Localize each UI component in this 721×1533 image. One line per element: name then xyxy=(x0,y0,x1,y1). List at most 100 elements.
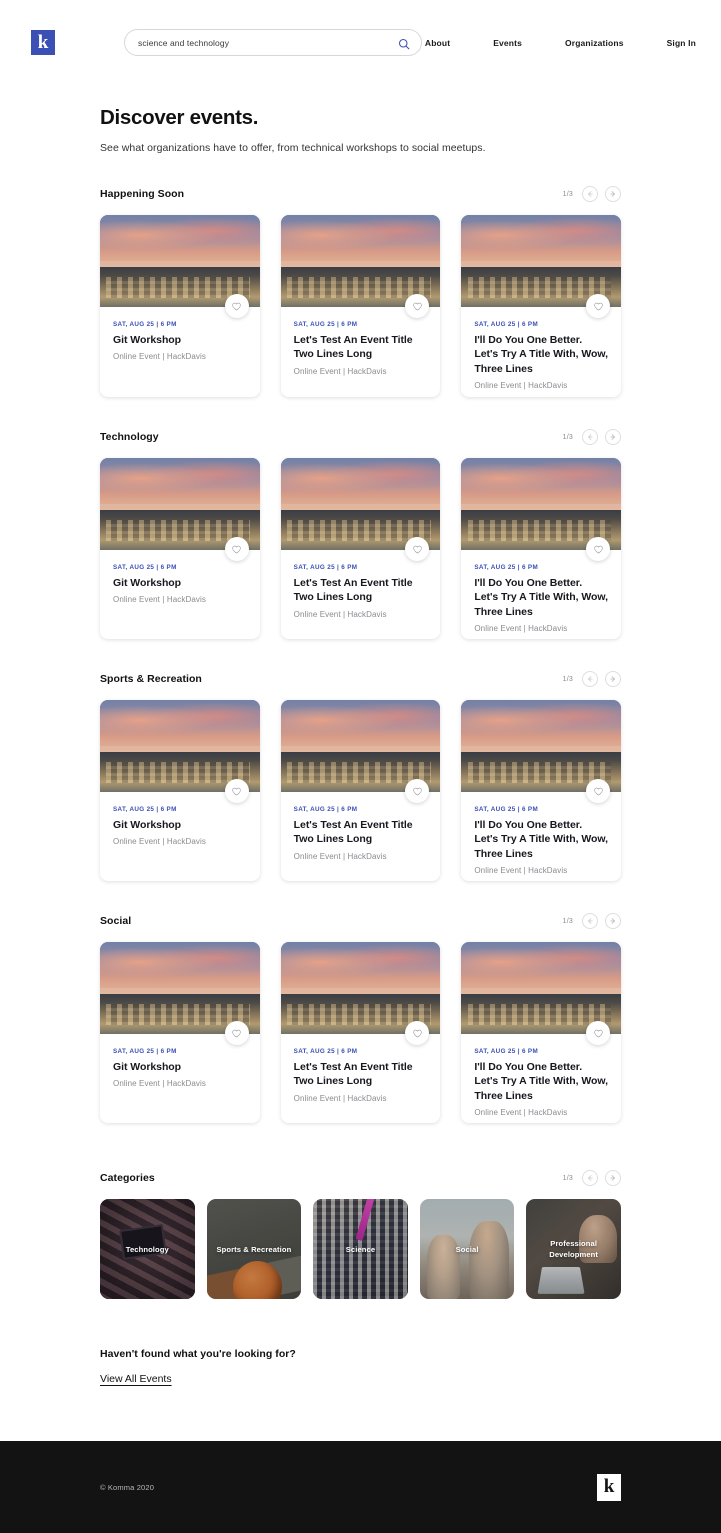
heart-icon[interactable] xyxy=(224,294,249,318)
event-card-list: SAT, AUG 25 | 6 PM Git Workshop Online E… xyxy=(100,942,622,1123)
event-meta: Online Event | HackDavis xyxy=(113,1079,206,1089)
event-date: SAT, AUG 25 | 6 PM xyxy=(293,806,358,813)
arrow-left-icon[interactable] xyxy=(582,671,598,687)
view-all-events-link[interactable]: View All Events xyxy=(100,1373,172,1385)
pager-count: 1/3 xyxy=(562,1174,573,1182)
event-card[interactable]: SAT, AUG 25 | 6 PM I'll Do You One Bette… xyxy=(461,215,622,397)
nav-link-events[interactable]: Events xyxy=(493,34,522,52)
event-card-list: SAT, AUG 25 | 6 PM Git Workshop Online E… xyxy=(100,458,622,639)
arrow-right-icon[interactable] xyxy=(605,1170,621,1186)
arrow-left-icon[interactable] xyxy=(582,1170,598,1186)
event-card[interactable]: SAT, AUG 25 | 6 PM Let's Test An Event T… xyxy=(280,700,441,881)
main-nav: About Events Organizations Sign In xyxy=(425,34,696,52)
event-date: SAT, AUG 25 | 6 PM xyxy=(113,1048,177,1055)
logo-glyph: k xyxy=(37,31,49,53)
event-card[interactable]: SAT, AUG 25 | 6 PM Let's Test An Event T… xyxy=(280,458,441,639)
event-meta: Online Event | HackDavis xyxy=(293,366,387,376)
event-meta: Online Event | HackDavis xyxy=(474,381,568,391)
cta-title: Haven't found what you're looking for? xyxy=(100,1348,296,1360)
heart-icon[interactable] xyxy=(586,1021,611,1045)
event-date: SAT, AUG 25 | 6 PM xyxy=(293,321,358,328)
event-card[interactable]: SAT, AUG 25 | 6 PM Let's Test An Event T… xyxy=(280,215,441,397)
arrow-left-icon[interactable] xyxy=(582,186,598,202)
event-title: Let's Test An Event Title Two Lines Long xyxy=(293,819,413,846)
event-card-body: SAT, AUG 25 | 6 PM Let's Test An Event T… xyxy=(281,307,441,397)
page-subtitle: See what organizations have to offer, fr… xyxy=(100,142,486,154)
category-label: Science xyxy=(345,1244,376,1254)
event-card[interactable]: SAT, AUG 25 | 6 PM Git Workshop Online E… xyxy=(100,700,260,881)
heart-icon[interactable] xyxy=(224,1021,249,1045)
section-sports-recreation: Sports & Recreation 1/3 SAT, AUG 25 | 6 … xyxy=(100,670,622,881)
carousel-pager: 1/3 xyxy=(563,671,621,687)
category-label: Professional Development xyxy=(549,1239,599,1259)
heart-icon[interactable] xyxy=(586,779,611,803)
search-bar[interactable] xyxy=(124,29,422,56)
arrow-right-icon[interactable] xyxy=(605,186,621,202)
event-card[interactable]: SAT, AUG 25 | 6 PM I'll Do You One Bette… xyxy=(461,700,622,881)
section-header: Technology 1/3 xyxy=(100,428,621,446)
cta-block: Haven't found what you're looking for? V… xyxy=(100,1348,621,1387)
arrow-right-icon[interactable] xyxy=(605,429,621,445)
komma-logo[interactable]: k xyxy=(31,30,55,55)
event-card-body: SAT, AUG 25 | 6 PM Git Workshop Online E… xyxy=(100,307,260,397)
footer-logo[interactable]: k xyxy=(597,1473,621,1501)
event-date: SAT, AUG 25 | 6 PM xyxy=(474,564,539,571)
nav-link-about[interactable]: About xyxy=(425,34,450,52)
search-input[interactable] xyxy=(138,37,398,48)
event-meta: Online Event | HackDavis xyxy=(113,352,206,362)
arrow-right-icon[interactable] xyxy=(605,913,621,929)
category-card-technology[interactable]: Technology xyxy=(100,1199,195,1299)
event-card-body: SAT, AUG 25 | 6 PM I'll Do You One Bette… xyxy=(461,307,621,397)
heart-icon[interactable] xyxy=(586,294,611,318)
event-title: Git Workshop xyxy=(113,1061,182,1073)
heart-icon[interactable] xyxy=(224,537,249,561)
event-card-body: SAT, AUG 25 | 6 PM Let's Test An Event T… xyxy=(281,792,441,881)
event-title: I'll Do You One Better. Let's Try A Titl… xyxy=(474,577,608,618)
page-content: Discover events. See what organizations … xyxy=(0,106,721,1387)
site-footer: © Komma 2020 k xyxy=(0,1441,721,1533)
event-card[interactable]: SAT, AUG 25 | 6 PM Let's Test An Event T… xyxy=(280,942,441,1123)
category-card-science[interactable]: Science xyxy=(313,1199,408,1299)
event-title: I'll Do You One Better. Let's Try A Titl… xyxy=(474,1061,608,1102)
event-card-body: SAT, AUG 25 | 6 PM Git Workshop Online E… xyxy=(100,1034,260,1123)
section-header: Social 1/3 xyxy=(100,912,621,930)
event-card[interactable]: SAT, AUG 25 | 6 PM Git Workshop Online E… xyxy=(100,458,260,639)
section-happening-soon: Happening Soon 1/3 SAT, AUG 25 | 6 PM Gi… xyxy=(100,185,622,397)
carousel-pager: 1/3 xyxy=(563,429,621,445)
pager-count: 1/3 xyxy=(562,675,573,683)
event-date: SAT, AUG 25 | 6 PM xyxy=(293,564,358,571)
section-social: Social 1/3 SAT, AUG 25 | 6 PM Git Worksh… xyxy=(100,912,622,1123)
category-card-social[interactable]: Social xyxy=(419,1199,515,1299)
arrow-left-icon[interactable] xyxy=(582,913,598,929)
arrow-left-icon[interactable] xyxy=(582,429,598,445)
carousel-pager: 1/3 xyxy=(563,913,621,929)
event-date: SAT, AUG 25 | 6 PM xyxy=(474,806,539,813)
event-title: Git Workshop xyxy=(113,819,182,831)
event-card[interactable]: SAT, AUG 25 | 6 PM Git Workshop Online E… xyxy=(100,942,260,1123)
event-title: Git Workshop xyxy=(113,334,182,346)
event-card-body: SAT, AUG 25 | 6 PM Git Workshop Online E… xyxy=(100,550,260,639)
event-meta: Online Event | HackDavis xyxy=(293,1093,387,1103)
nav-link-sign-in[interactable]: Sign In xyxy=(667,34,696,52)
arrow-right-icon[interactable] xyxy=(605,671,621,687)
category-label: Technology xyxy=(125,1244,169,1254)
event-meta: Online Event | HackDavis xyxy=(474,1108,568,1118)
search-icon[interactable] xyxy=(398,37,410,49)
event-date: SAT, AUG 25 | 6 PM xyxy=(474,1048,539,1055)
section-header: Sports & Recreation 1/3 xyxy=(100,670,621,688)
event-card-body: SAT, AUG 25 | 6 PM I'll Do You One Bette… xyxy=(461,550,621,639)
heart-icon[interactable] xyxy=(224,779,249,803)
event-date: SAT, AUG 25 | 6 PM xyxy=(113,564,177,571)
heart-icon[interactable] xyxy=(586,537,611,561)
event-title: Let's Test An Event Title Two Lines Long xyxy=(293,577,413,604)
event-card[interactable]: SAT, AUG 25 | 6 PM I'll Do You One Bette… xyxy=(461,942,622,1123)
category-list: Technology Sports & Recreation Science S… xyxy=(100,1199,621,1299)
event-card[interactable]: SAT, AUG 25 | 6 PM I'll Do You One Bette… xyxy=(461,458,622,639)
event-meta: Online Event | HackDavis xyxy=(113,595,206,605)
category-card-sports-recreation[interactable]: Sports & Recreation xyxy=(206,1199,302,1299)
event-title: Let's Test An Event Title Two Lines Long xyxy=(293,334,413,361)
event-card-body: SAT, AUG 25 | 6 PM Let's Test An Event T… xyxy=(281,550,441,639)
nav-link-organizations[interactable]: Organizations xyxy=(565,34,624,52)
event-card[interactable]: SAT, AUG 25 | 6 PM Git Workshop Online E… xyxy=(100,215,260,397)
category-card-professional-development[interactable]: Professional Development xyxy=(526,1199,621,1299)
